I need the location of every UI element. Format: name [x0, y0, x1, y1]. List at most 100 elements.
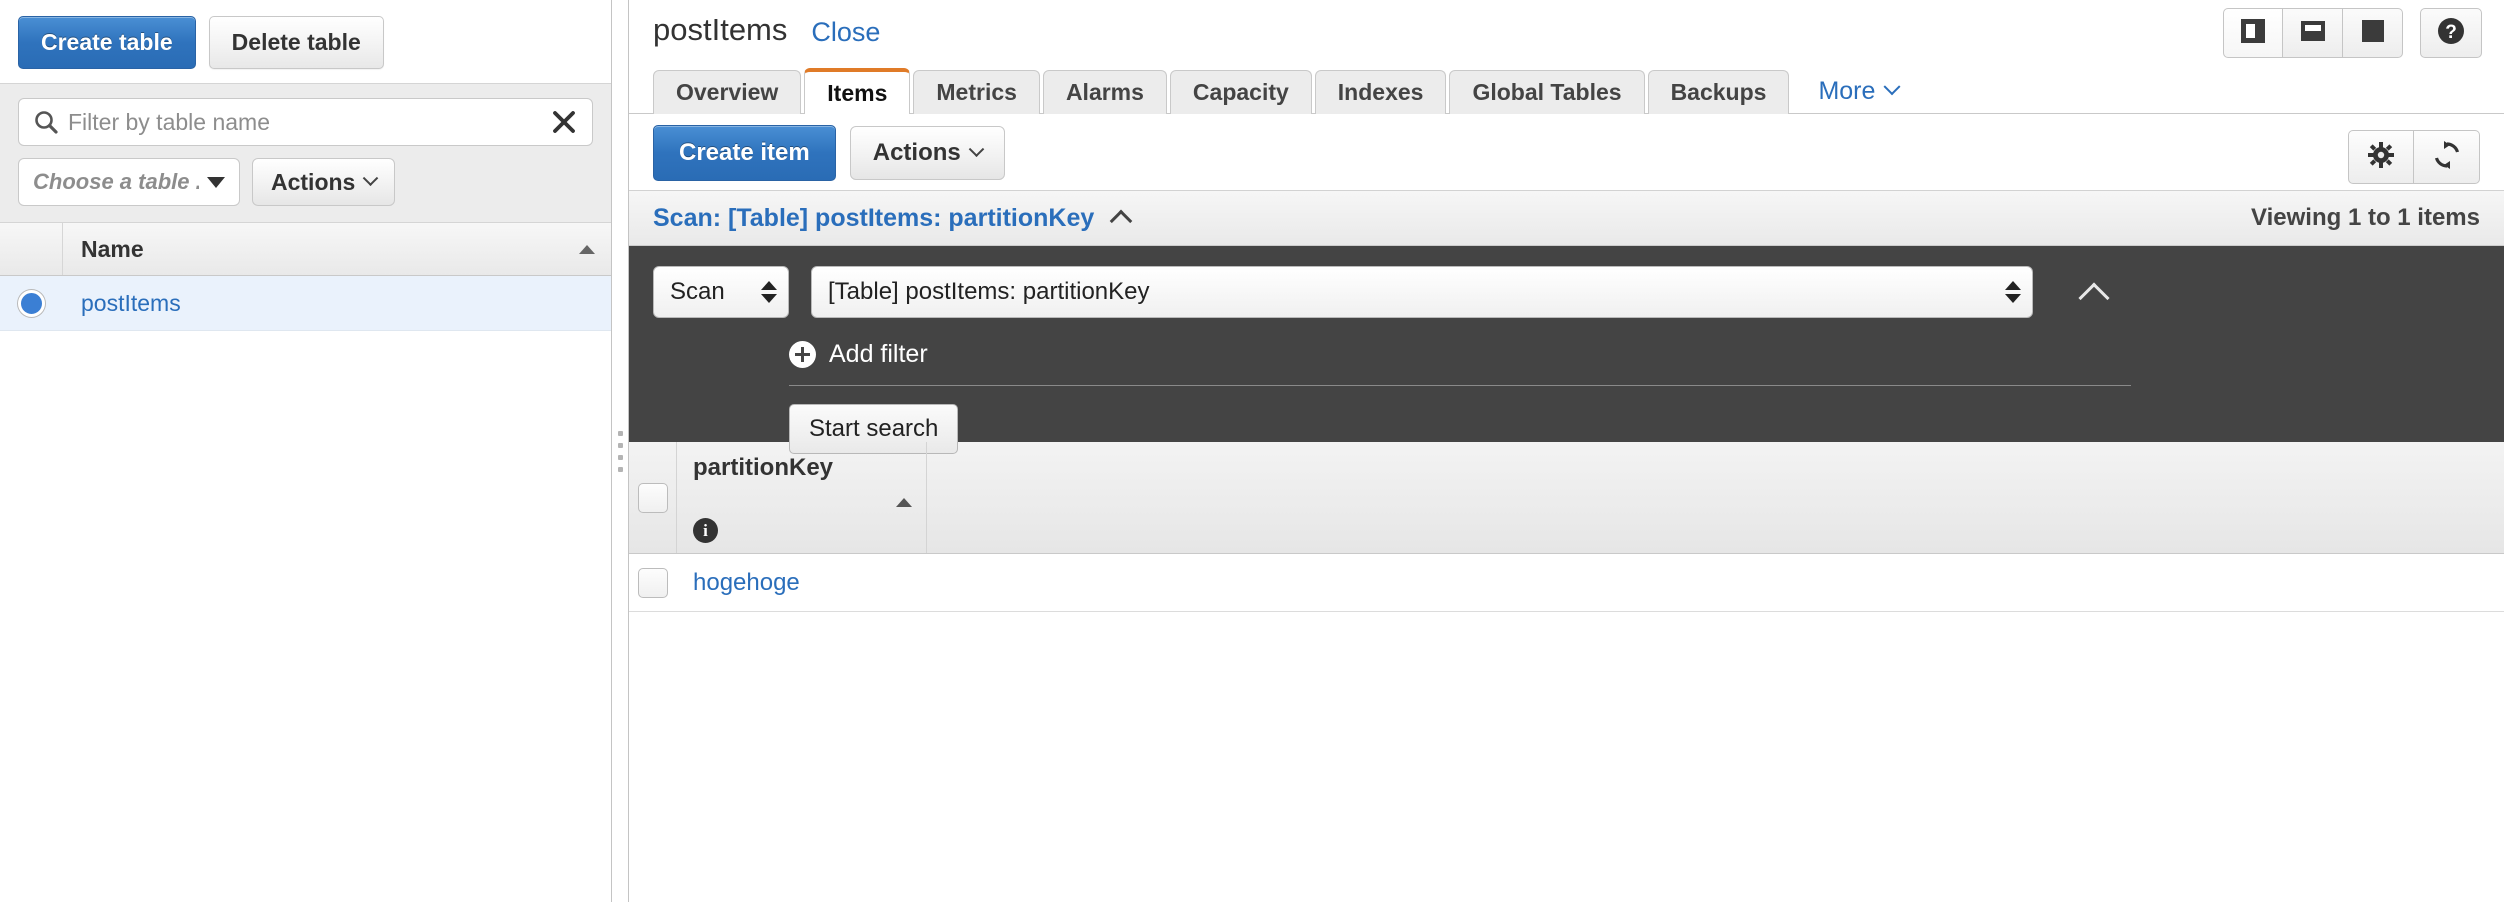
sort-ascending-icon [896, 497, 912, 507]
gear-icon [2367, 141, 2395, 174]
tab-indexes[interactable]: Indexes [1314, 70, 1447, 114]
select-all-checkbox[interactable] [637, 482, 668, 513]
full-panel-icon [2359, 17, 2387, 50]
tables-list-header: Name [0, 223, 611, 276]
settings-button[interactable] [2348, 130, 2414, 184]
chevron-up-icon[interactable] [1109, 209, 1133, 233]
row-checkbox[interactable] [638, 567, 668, 598]
header-controls: ? [2223, 8, 2482, 58]
detail-header: postItems Close ? [629, 0, 2504, 62]
table-row[interactable]: postItems [0, 276, 611, 331]
scan-index-value: [Table] postItems: partitionKey [828, 278, 1150, 305]
tab-backups[interactable]: Backups [1647, 70, 1790, 114]
scan-panel-collapse-icon[interactable] [2078, 282, 2110, 314]
column-header-partitionkey[interactable]: partitionKey i [677, 442, 927, 553]
choose-table-row: Choose a table ... Actions [18, 158, 593, 206]
split-vertical-icon [2239, 17, 2267, 50]
tab-items[interactable]: Items [804, 68, 911, 114]
dynamodb-console: Create table Delete table Filter by tabl… [0, 0, 2504, 902]
table-row-radio-cell[interactable] [0, 289, 63, 317]
items-toolbar-icons [2348, 130, 2480, 184]
name-column-header[interactable]: Name [63, 223, 611, 275]
stepper-icon [2005, 281, 2021, 303]
search-icon [33, 109, 59, 135]
tab-label: Global Tables [1472, 79, 1622, 105]
select-all-cell[interactable] [629, 442, 677, 553]
results-empty-area [629, 612, 2504, 902]
cell-partitionkey[interactable]: hogehoge [677, 569, 927, 597]
layout-toggle-group [2223, 8, 2403, 58]
info-icon[interactable]: i [693, 518, 718, 543]
items-results-grid: partitionKey i hogehoge [629, 442, 2504, 902]
splitter-grip-icon[interactable] [617, 430, 623, 472]
viewing-count-label: Viewing 1 to 1 items [2251, 204, 2480, 231]
scan-summary-title: Scan: [Table] postItems: partitionKey [653, 203, 1095, 232]
sidebar-actions-label: Actions [271, 168, 356, 195]
panel-splitter[interactable] [611, 0, 629, 902]
results-header-row: partitionKey i [629, 442, 2504, 554]
more-label: More [1818, 76, 1876, 105]
radio-selected-icon[interactable] [18, 289, 45, 317]
tab-label: Metrics [936, 79, 1017, 105]
help-button[interactable]: ? [2420, 8, 2482, 58]
tables-list: Name postItems [0, 223, 611, 902]
filter-search-box[interactable] [18, 98, 593, 146]
items-actions-label: Actions [872, 139, 961, 166]
sort-ascending-icon [579, 244, 595, 254]
detail-tabs: Overview Items Metrics Alarms Capacity I… [629, 62, 2504, 114]
items-toolbar: Create item Actions [629, 114, 2504, 190]
tab-label: Overview [676, 79, 779, 105]
tab-label: Alarms [1065, 79, 1144, 105]
column-header-footer: i [693, 518, 912, 543]
refresh-button[interactable] [2414, 130, 2480, 184]
table-detail-panel: postItems Close ? Overview Items Metrics… [629, 0, 2504, 902]
scan-controls-row: Scan [Table] postItems: partitionKey [653, 266, 2480, 318]
name-column-label: Name [81, 235, 144, 262]
tab-capacity[interactable]: Capacity [1169, 70, 1312, 114]
sidebar-actions-button[interactable]: Actions [252, 158, 396, 206]
add-filter-label: Add filter [829, 340, 928, 368]
tables-sidebar: Create table Delete table Filter by tabl… [0, 0, 611, 902]
choose-table-select[interactable]: Choose a table ... [18, 158, 240, 206]
split-horizontal-button[interactable] [2283, 8, 2343, 58]
tab-global-tables[interactable]: Global Tables [1449, 70, 1645, 114]
delete-table-button[interactable]: Delete table [208, 16, 384, 69]
chevron-down-icon [207, 176, 225, 188]
tab-label: Indexes [1337, 79, 1424, 105]
chevron-down-icon [363, 169, 379, 186]
filter-table-input[interactable] [68, 108, 550, 136]
tab-label: Items [827, 79, 888, 106]
help-question-icon: ? [2435, 15, 2467, 52]
create-table-button[interactable]: Create table [18, 16, 196, 69]
chevron-down-icon [1883, 78, 1901, 96]
tab-metrics[interactable]: Metrics [913, 70, 1040, 114]
scan-summary-toggle[interactable]: Scan: [Table] postItems: partitionKey [653, 203, 1133, 233]
more-tabs-dropdown[interactable]: More [1802, 69, 1914, 113]
tab-label: Backups [1670, 79, 1767, 105]
results-header-filler [927, 442, 2504, 553]
scan-operation-select[interactable]: Scan [653, 266, 789, 318]
row-select-cell[interactable] [629, 567, 677, 598]
table-filter-zone: Choose a table ... Actions [0, 83, 611, 223]
scan-summary-bar: Scan: [Table] postItems: partitionKey Vi… [629, 190, 2504, 246]
split-vertical-button[interactable] [2223, 8, 2283, 58]
refresh-icon [2432, 140, 2462, 175]
table-name-link[interactable]: postItems [63, 290, 181, 317]
create-item-button[interactable]: Create item [653, 125, 836, 181]
svg-text:?: ? [2445, 22, 2457, 43]
tables-toolbar: Create table Delete table [0, 0, 611, 83]
add-filter-button[interactable]: Add filter [789, 340, 928, 369]
split-horizontal-icon [2299, 17, 2327, 50]
tab-overview[interactable]: Overview [653, 70, 802, 114]
stepper-icon [761, 281, 777, 303]
table-row[interactable]: hogehoge [629, 554, 2504, 612]
plus-circle-icon [789, 341, 816, 368]
clear-filter-icon[interactable] [550, 108, 578, 136]
scan-index-select[interactable]: [Table] postItems: partitionKey [811, 266, 2033, 318]
close-link[interactable]: Close [811, 17, 880, 48]
scan-query-panel: Scan [Table] postItems: partitionKey Add… [629, 246, 2504, 454]
items-actions-button[interactable]: Actions [849, 126, 1005, 180]
full-panel-button[interactable] [2343, 8, 2403, 58]
chevron-down-icon [968, 140, 985, 157]
tab-alarms[interactable]: Alarms [1042, 70, 1167, 114]
